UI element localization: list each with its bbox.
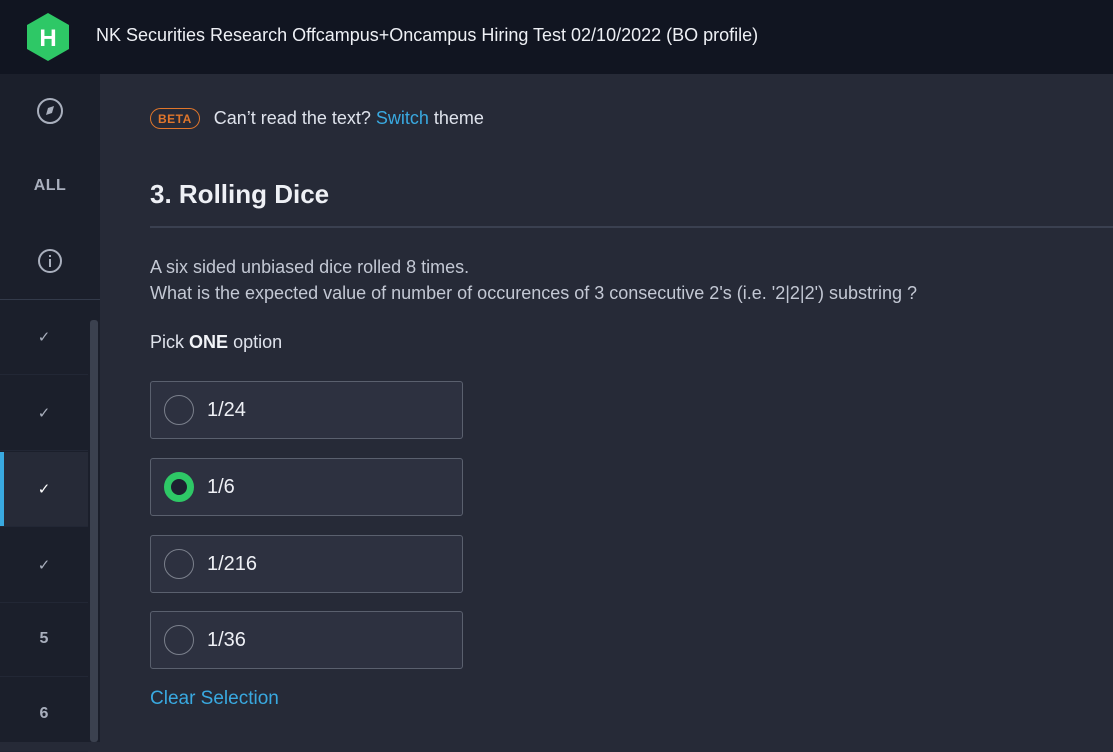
answered-check-icon: ✓ [37, 405, 51, 422]
question-line-1: A six sided unbiased dice rolled 8 times… [150, 257, 470, 277]
switch-theme-link[interactable]: Switch [376, 108, 429, 129]
radio-button-selected[interactable] [164, 472, 194, 502]
beta-badge: BETA [150, 108, 200, 129]
question-number: 6 [39, 705, 49, 722]
sidebar-question-3[interactable]: ✓ [0, 452, 88, 527]
notice-text: Can’t read the text? [213, 108, 371, 128]
option-1[interactable]: 1/24 [150, 381, 463, 439]
option-label: 1/36 [207, 628, 246, 651]
sidebar-question-5[interactable]: 5 [0, 602, 88, 677]
radio-button[interactable] [164, 395, 194, 425]
answered-check-icon: ✓ [37, 329, 51, 346]
question-sidebar: ALL ✓ ✓ ✓ ✓ 5 6 [0, 74, 100, 752]
sidebar-info-button[interactable] [0, 224, 100, 298]
option-label: 1/24 [207, 398, 246, 421]
compass-icon [37, 98, 63, 124]
option-3[interactable]: 1/216 [150, 535, 463, 593]
pick-bold: ONE [189, 332, 229, 352]
option-4[interactable]: 1/36 [150, 611, 463, 669]
sidebar-all-label: ALL [33, 177, 67, 194]
clear-selection-link[interactable]: Clear Selection [150, 688, 279, 710]
option-label: 1/6 [207, 475, 235, 498]
question-number: 5 [39, 630, 49, 647]
title-divider [150, 226, 1113, 228]
info-icon [38, 249, 62, 273]
sidebar-scrollbar[interactable] [90, 320, 98, 742]
sidebar-question-4[interactable]: ✓ [0, 528, 88, 603]
sidebar-compass-button[interactable] [0, 74, 100, 148]
question-body: A six sided unbiased dice rolled 8 times… [150, 254, 917, 306]
sidebar-question-2[interactable]: ✓ [0, 376, 88, 451]
top-bar: H NK Securities Research Offcampus+Oncam… [0, 0, 1113, 74]
sidebar-question-6[interactable]: 6 [0, 677, 88, 752]
pick-suffix: option [233, 332, 283, 352]
answered-check-icon: ✓ [37, 481, 51, 498]
test-title: NK Securities Research Offcampus+Oncampu… [96, 25, 759, 45]
svg-text:H: H [39, 25, 56, 52]
option-label: 1/216 [207, 552, 258, 575]
notice-text-after: theme [433, 108, 484, 128]
pick-prefix: Pick [150, 332, 185, 352]
radio-button[interactable] [164, 549, 194, 579]
radio-button[interactable] [164, 625, 194, 655]
question-panel: BETA Can’t read the text? Switch theme 3… [100, 74, 1113, 742]
theme-notice: BETA Can’t read the text? Switch theme [150, 108, 484, 129]
sidebar-all-button[interactable]: ALL [0, 149, 100, 223]
hackerrank-logo-icon[interactable]: H [24, 12, 72, 62]
question-title: 3. Rolling Dice [150, 179, 330, 209]
question-line-2: What is the expected value of number of … [150, 283, 918, 303]
answered-check-icon: ✓ [37, 557, 51, 574]
option-2[interactable]: 1/6 [150, 458, 463, 516]
pick-instruction: Pick ONE option [150, 332, 282, 353]
sidebar-question-1[interactable]: ✓ [0, 300, 88, 375]
